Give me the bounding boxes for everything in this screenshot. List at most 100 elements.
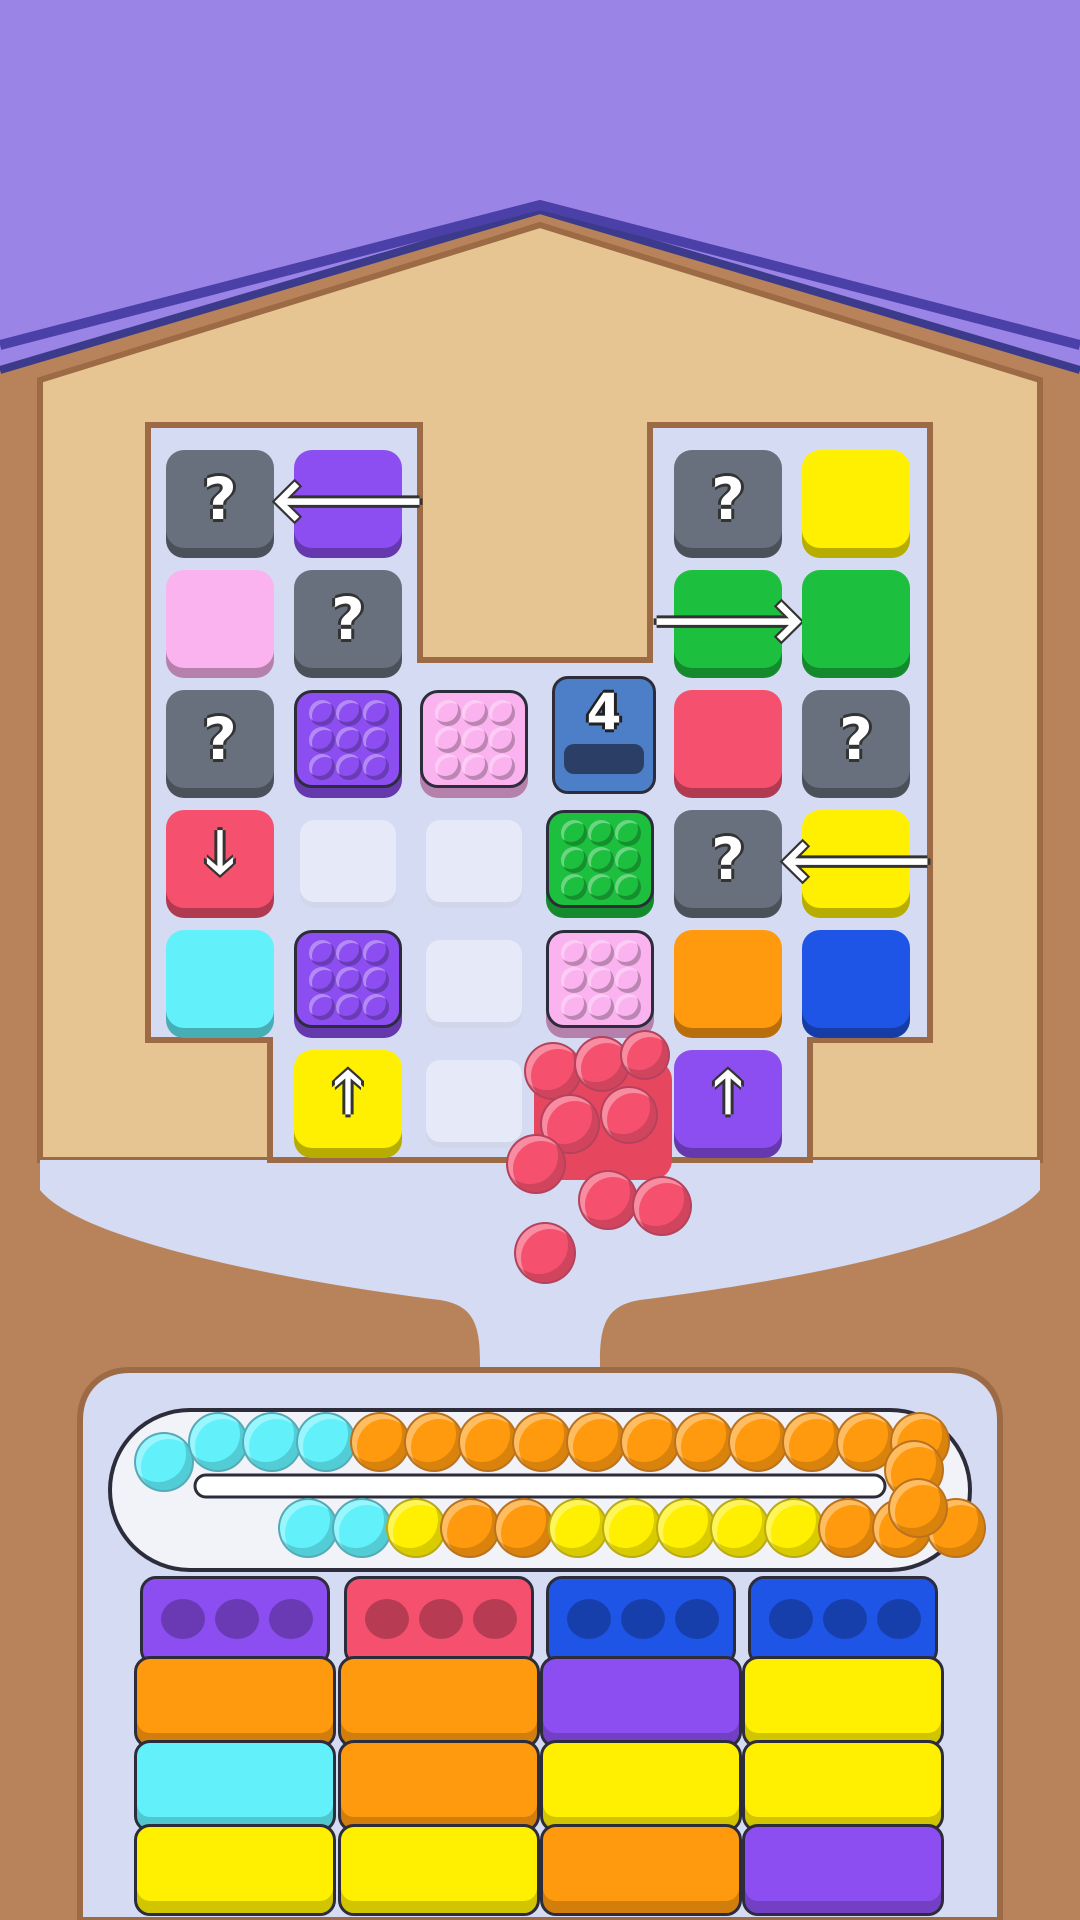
red-ball: [524, 1042, 582, 1100]
red-ball: [578, 1170, 638, 1230]
conveyor-ball-orange: [566, 1412, 626, 1472]
conveyor-ball-orange: [620, 1412, 680, 1472]
question-icon: ?: [711, 825, 745, 893]
container-count: 4: [586, 683, 622, 741]
conveyor-ball-orange: [440, 1498, 500, 1558]
conveyor-ball-orange: [888, 1478, 948, 1538]
bin-block-yellow: [134, 1824, 336, 1916]
bin-block-purple: [540, 1656, 742, 1748]
question-icon: ?: [711, 465, 745, 533]
tile-cyan[interactable]: [166, 930, 274, 1038]
arrow-left-icon: 🡐: [270, 466, 426, 534]
arrow-up-icon: 🡑: [712, 1057, 744, 1126]
conveyor-ball-yellow: [602, 1498, 662, 1558]
conveyor-ball-cyan: [278, 1498, 338, 1558]
conveyor-ball-yellow: [386, 1498, 446, 1558]
tile-green[interactable]: 🡒: [650, 570, 806, 678]
tile-purple[interactable]: [294, 930, 402, 1038]
tile-yellow[interactable]: 🡐: [778, 810, 934, 918]
red-ball: [514, 1222, 576, 1284]
arrow-up-icon: 🡑: [332, 1057, 364, 1126]
bin-hole: [877, 1599, 921, 1639]
ball-container[interactable]: 4: [552, 676, 656, 794]
bin-lid-blue[interactable]: [546, 1576, 736, 1666]
tile-gray[interactable]: ?: [166, 690, 274, 798]
question-icon: ?: [331, 585, 365, 653]
tile-gray[interactable]: ?: [674, 810, 782, 918]
tile-gray[interactable]: ?: [294, 570, 402, 678]
bin-column[interactable]: [540, 1576, 742, 1920]
empty-slot: [426, 940, 522, 1028]
tile-yellow[interactable]: [802, 450, 910, 558]
bin-block-orange: [338, 1740, 540, 1832]
tile-green[interactable]: [802, 570, 910, 678]
red-ball: [506, 1134, 566, 1194]
bin-hole: [823, 1599, 867, 1639]
bubble-block-icon: [546, 930, 654, 1028]
bin-hole: [215, 1599, 259, 1639]
tile-yellow[interactable]: 🡑: [294, 1050, 402, 1158]
arrow-right-icon: 🡒: [650, 586, 806, 654]
bin-lid-red[interactable]: [344, 1576, 534, 1666]
bin-hole: [769, 1599, 813, 1639]
bin-block-cyan: [134, 1740, 336, 1832]
conveyor-ball-orange: [674, 1412, 734, 1472]
bin-block-yellow: [742, 1656, 944, 1748]
question-icon: ?: [203, 705, 237, 773]
tile-pink[interactable]: [420, 690, 528, 798]
bin-hole: [473, 1599, 517, 1639]
bin-column[interactable]: [742, 1576, 944, 1920]
conveyor-ball-cyan: [332, 1498, 392, 1558]
bin-hole: [621, 1599, 665, 1639]
tile-orange[interactable]: [674, 930, 782, 1038]
tile-gray[interactable]: ?: [674, 450, 782, 558]
conveyor-ball-orange: [350, 1412, 410, 1472]
tile-purple[interactable]: [294, 690, 402, 798]
bin-hole: [675, 1599, 719, 1639]
conveyor-ball-orange: [512, 1412, 572, 1472]
question-icon: ?: [839, 705, 873, 773]
bin-hole: [161, 1599, 205, 1639]
red-ball: [600, 1086, 658, 1144]
question-icon: ?: [203, 465, 237, 533]
conveyor-ball-orange: [818, 1498, 878, 1558]
tile-green[interactable]: [546, 810, 654, 918]
bubble-block-icon: [420, 690, 528, 788]
conveyor-ball-orange: [728, 1412, 788, 1472]
bin-block-orange: [338, 1656, 540, 1748]
tile-gray[interactable]: ?: [166, 450, 274, 558]
tile-red[interactable]: 🡓: [166, 810, 274, 918]
conveyor-ball-cyan: [242, 1412, 302, 1472]
bin-lid-blue[interactable]: [748, 1576, 938, 1666]
tile-pink[interactable]: [546, 930, 654, 1038]
bin-block-orange: [540, 1824, 742, 1916]
tile-gray[interactable]: ?: [802, 690, 910, 798]
empty-slot: [300, 820, 396, 908]
bubble-block-icon: [294, 690, 402, 788]
bin-block-orange: [134, 1656, 336, 1748]
bubble-block-icon: [546, 810, 654, 908]
bin-hole: [365, 1599, 409, 1639]
red-ball: [632, 1176, 692, 1236]
tile-purple[interactable]: 🡑: [674, 1050, 782, 1158]
tile-pink[interactable]: [166, 570, 274, 678]
conveyor-ball-orange: [494, 1498, 554, 1558]
bin-lid-purple[interactable]: [140, 1576, 330, 1666]
tile-blue[interactable]: [802, 930, 910, 1038]
conveyor-ball-cyan: [188, 1412, 248, 1472]
conveyor-ball-yellow: [710, 1498, 770, 1558]
tile-purple[interactable]: 🡐: [270, 450, 426, 558]
bin-column[interactable]: [134, 1576, 336, 1920]
bin-hole: [269, 1599, 313, 1639]
arrow-down-icon: 🡓: [204, 817, 236, 886]
conveyor-ball-cyan: [134, 1432, 194, 1492]
bin-block-yellow: [540, 1740, 742, 1832]
conveyor-ball-yellow: [548, 1498, 608, 1558]
bin-column[interactable]: [338, 1576, 540, 1920]
bin-block-purple: [742, 1824, 944, 1916]
bin-block-yellow: [742, 1740, 944, 1832]
arrow-left-icon: 🡐: [778, 826, 934, 894]
tile-red[interactable]: [674, 690, 782, 798]
empty-slot: [426, 1060, 522, 1148]
conveyor-ball-orange: [782, 1412, 842, 1472]
